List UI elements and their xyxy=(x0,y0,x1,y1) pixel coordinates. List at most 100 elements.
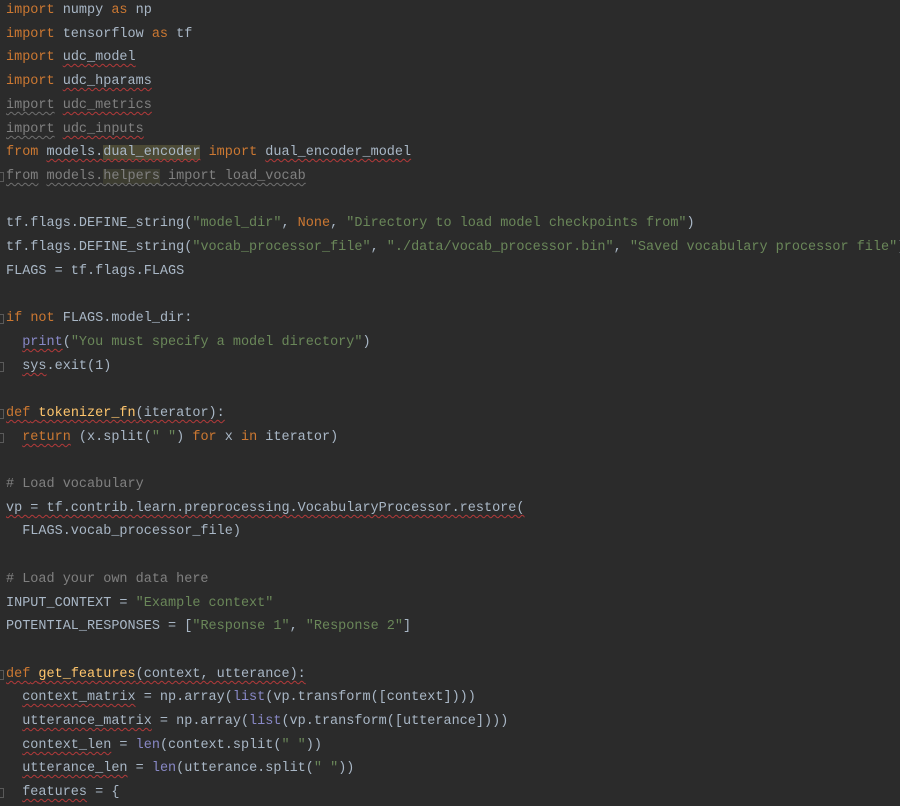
code-line[interactable]: from models.helpers import load_vocab xyxy=(6,166,306,188)
code-token: from xyxy=(6,169,39,184)
code-line[interactable]: import udc_model xyxy=(6,47,136,69)
code-token: FLAGS.vocab_processor_file) xyxy=(6,524,241,539)
code-line[interactable]: context_matrix = np.array(list(vp.transf… xyxy=(6,687,476,709)
code-token: # Load your own data here xyxy=(6,572,209,587)
code-token: " " xyxy=(313,761,339,776)
code-token: ) xyxy=(362,335,371,350)
fold-marker-icon[interactable] xyxy=(0,172,4,182)
code-line[interactable]: # Load your own data here xyxy=(6,569,209,591)
code-token: udc_metrics xyxy=(62,98,152,113)
code-token: x xyxy=(216,430,241,445)
code-line[interactable]: from models.dual_encoder import dual_enc… xyxy=(6,142,411,164)
code-token: "model_dir" xyxy=(192,216,282,231)
code-token: import xyxy=(208,145,258,160)
code-token: ( xyxy=(62,335,71,350)
code-token: = np.array( xyxy=(135,690,233,705)
code-line[interactable]: vp = tf.contrib.learn.preprocessing.Voca… xyxy=(6,498,524,520)
code-token: import load_vocab xyxy=(159,169,306,184)
fold-marker-icon[interactable] xyxy=(0,362,4,372)
code-token: , xyxy=(281,216,298,231)
code-line[interactable]: utterance_len = len(utterance.split(" ")… xyxy=(6,758,354,780)
fold-marker-icon[interactable] xyxy=(0,314,4,324)
code-token: None xyxy=(297,216,331,231)
code-token: (vp.transform([utterance]))) xyxy=(281,714,509,729)
code-token: list xyxy=(232,690,266,705)
code-token: "Saved vocabulary processor file" xyxy=(629,240,898,255)
code-line[interactable]: POTENTIAL_RESPONSES = ["Response 1", "Re… xyxy=(6,616,411,638)
code-token: .exit(1) xyxy=(46,359,112,374)
code-token: models. xyxy=(46,145,104,160)
code-token: dual_encoder xyxy=(103,145,201,160)
code-line[interactable]: utterance_matrix = np.array(list(vp.tran… xyxy=(6,711,508,733)
code-line[interactable]: context_len = len(context.split(" ")) xyxy=(6,735,322,757)
fold-marker-icon[interactable] xyxy=(0,788,4,798)
code-token: = { xyxy=(87,785,120,800)
code-token: return xyxy=(22,430,71,445)
code-line[interactable]: import udc_metrics xyxy=(6,95,152,117)
code-token: helpers xyxy=(103,169,160,184)
code-line[interactable]: tf.flags.DEFINE_string("vocab_processor_… xyxy=(6,237,900,259)
code-token: "vocab_processor_file" xyxy=(192,240,371,255)
code-token: (context.split( xyxy=(159,738,282,753)
code-line[interactable]: FLAGS.vocab_processor_file) xyxy=(6,521,241,543)
code-token: import xyxy=(6,50,55,65)
code-token: utterance_matrix xyxy=(22,714,152,729)
code-token: import xyxy=(6,98,55,113)
code-line[interactable]: print("You must specify a model director… xyxy=(6,332,371,354)
code-line[interactable]: sys.exit(1) xyxy=(6,356,111,378)
code-token: # Load vocabulary xyxy=(6,477,144,492)
code-token: POTENTIAL_RESPONSES = [ xyxy=(6,619,193,634)
code-token: list xyxy=(249,714,282,729)
code-token: if xyxy=(6,311,23,326)
code-token: context_len xyxy=(22,738,112,753)
code-token: tf.flags.DEFINE_string( xyxy=(6,216,193,231)
code-token: vp = tf.contrib.learn.preprocessing.Voca… xyxy=(6,501,525,516)
code-line[interactable]: def get_features(context, utterance): xyxy=(6,664,306,686)
code-token: print xyxy=(22,335,63,350)
code-token: not xyxy=(30,311,55,326)
code-line[interactable]: return (x.split(" ") for x in iterator) xyxy=(6,427,338,449)
code-line[interactable]: import udc_inputs xyxy=(6,119,144,141)
code-token: numpy xyxy=(54,3,112,18)
fold-marker-icon[interactable] xyxy=(0,409,4,419)
code-token: "You must specify a model directory" xyxy=(70,335,363,350)
code-line[interactable]: import udc_hparams xyxy=(6,71,152,93)
code-line[interactable]: if not FLAGS.model_dir: xyxy=(6,308,192,330)
code-editor[interactable]: import numpy as np import tensorflow as t… xyxy=(0,0,900,806)
code-line[interactable]: features = { xyxy=(6,782,119,804)
code-token: features xyxy=(22,785,88,800)
code-token: " " xyxy=(151,430,177,445)
code-token: "Response 1" xyxy=(192,619,290,634)
code-token: import xyxy=(6,27,55,42)
code-line[interactable]: # Load vocabulary xyxy=(6,474,144,496)
code-token: , xyxy=(613,240,630,255)
code-line[interactable]: FLAGS = tf.flags.FLAGS xyxy=(6,261,184,283)
code-token: (vp.transform([context]))) xyxy=(265,690,476,705)
code-line[interactable]: INPUT_CONTEXT = "Example context" xyxy=(6,593,273,615)
code-line[interactable]: def tokenizer_fn(iterator): xyxy=(6,403,225,425)
code-token: def xyxy=(6,406,31,421)
code-token: "Directory to load model checkpoints fro… xyxy=(346,216,687,231)
fold-marker-icon[interactable] xyxy=(0,433,4,443)
code-token: = xyxy=(127,761,152,776)
code-line[interactable]: tf.flags.DEFINE_string("model_dir", None… xyxy=(6,213,695,235)
code-token: , xyxy=(289,619,306,634)
code-line[interactable]: import tensorflow as tf xyxy=(6,24,192,46)
code-token: (context, utterance): xyxy=(135,667,306,682)
code-token: import xyxy=(6,74,55,89)
code-token: for xyxy=(192,430,217,445)
code-line[interactable]: import numpy as np xyxy=(6,0,152,22)
code-token: "./data/vocab_processor.bin" xyxy=(386,240,614,255)
fold-marker-icon[interactable] xyxy=(0,670,4,680)
